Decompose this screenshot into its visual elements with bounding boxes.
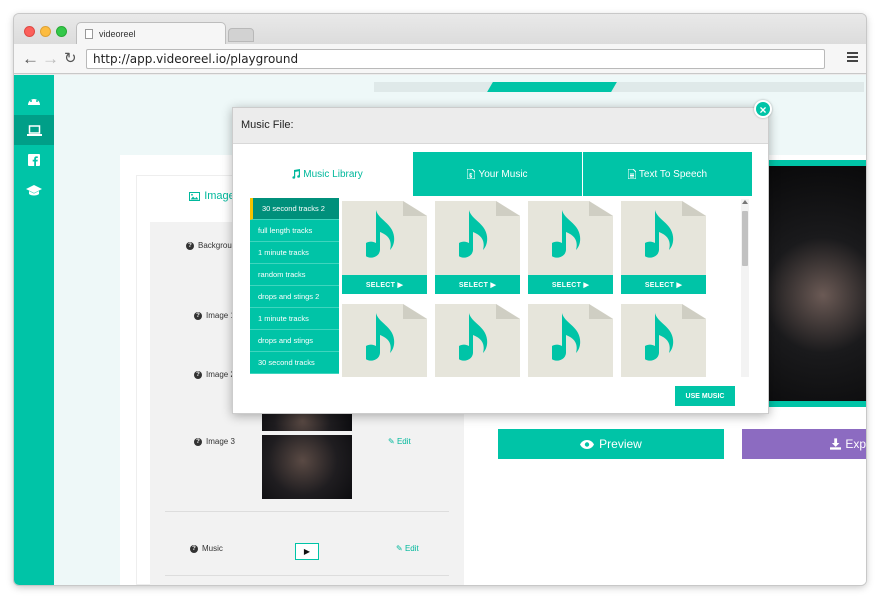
track-card: SELECT ▶ — [621, 201, 706, 294]
tab-your-music-label: Your Music — [478, 168, 528, 180]
laptop-icon[interactable] — [14, 115, 54, 145]
divider — [165, 575, 449, 576]
header-stripe — [374, 82, 864, 92]
track-scrollbar[interactable] — [741, 199, 749, 377]
select-track-button[interactable]: SELECT ▶ — [528, 275, 613, 294]
reload-icon[interactable]: ↻ — [64, 50, 77, 67]
image-3-row-label: ? Image 3 — [194, 437, 235, 446]
address-bar[interactable]: http://app.videoreel.io/playground — [86, 49, 825, 69]
tab-bar: videoreel — [14, 14, 866, 45]
download-icon — [830, 438, 842, 450]
preview-button[interactable]: Preview — [498, 429, 724, 459]
divider — [165, 511, 449, 512]
new-tab-button[interactable] — [228, 28, 254, 42]
audio-file-icon — [528, 201, 613, 275]
eye-icon — [580, 439, 595, 449]
file-audio-icon — [467, 169, 476, 179]
audio-file-icon — [342, 304, 427, 377]
music-icon — [292, 169, 301, 179]
modal-title: Music File: — [233, 108, 768, 144]
image-2-row-label: ? Image 2 — [194, 370, 235, 379]
select-track-button[interactable]: SELECT ▶ — [435, 275, 520, 294]
track-card — [621, 304, 706, 377]
audio-file-icon — [621, 201, 706, 275]
track-card: SELECT ▶ — [528, 201, 613, 294]
app-sidebar — [14, 75, 54, 585]
select-track-button[interactable]: SELECT ▶ — [621, 275, 706, 294]
browser-tab-title: videoreel — [99, 29, 136, 39]
preview-image — [758, 166, 866, 401]
browser-tab[interactable]: videoreel — [76, 22, 226, 45]
maximize-window-button[interactable] — [56, 26, 67, 37]
music-file-modal: Music File: Music Library Your Music Tex… — [232, 107, 769, 414]
track-grid: SELECT ▶ SELECT ▶ SELECT ▶ SELECT ▶ — [342, 199, 712, 377]
track-card — [435, 304, 520, 377]
use-music-button[interactable]: USE MUSIC — [675, 386, 735, 406]
music-play-button[interactable]: ▶ — [295, 543, 319, 560]
category-item[interactable]: drops and stings — [250, 330, 339, 352]
category-item[interactable]: full length tracks — [250, 220, 339, 242]
tab-music-library-label: Music Library — [303, 168, 363, 180]
category-item[interactable]: 1 minute tracks — [250, 242, 339, 264]
category-item[interactable]: 30 second tracks — [250, 352, 339, 374]
track-card: SELECT ▶ — [342, 201, 427, 294]
export-button-label: Exp — [845, 437, 866, 451]
close-window-button[interactable] — [24, 26, 35, 37]
tab-text-to-speech[interactable]: Text To Speech — [582, 152, 752, 196]
audio-file-icon — [621, 304, 706, 377]
page-icon — [85, 29, 93, 39]
tab-music-library[interactable]: Music Library — [242, 152, 412, 196]
help-icon: ? — [186, 241, 194, 250]
scrollbar-thumb[interactable] — [742, 211, 748, 266]
header-stripe-accent — [487, 82, 617, 92]
music-row-label: ? Music — [190, 544, 223, 553]
track-card: SELECT ▶ — [435, 201, 520, 294]
category-list: 30 second tracks 2 full length tracks 1 … — [250, 198, 339, 376]
track-card — [528, 304, 613, 377]
help-icon: ? — [190, 544, 198, 553]
background-row-label: ? Backgrou — [186, 241, 232, 250]
facebook-icon[interactable] — [14, 145, 54, 175]
image-icon — [189, 191, 201, 201]
minimize-window-button[interactable] — [40, 26, 51, 37]
hamburger-menu-icon[interactable] — [847, 52, 858, 64]
tab-your-music[interactable]: Your Music — [412, 152, 582, 196]
music-edit-link[interactable]: ✎ Edit — [396, 544, 419, 553]
track-card — [342, 304, 427, 377]
tab-text-to-speech-label: Text To Speech — [638, 168, 708, 180]
preview-button-label: Preview — [599, 437, 642, 451]
close-icon[interactable]: × — [754, 100, 772, 118]
image-1-row-label: ? Image 1 — [194, 311, 235, 320]
modal-tabs: Music Library Your Music Text To Speech — [242, 152, 752, 196]
browser-window: videoreel ← → ↻ http://app.videoreel.io/… — [14, 14, 866, 585]
graduation-cap-icon[interactable] — [14, 175, 54, 205]
export-button[interactable]: Exp — [742, 429, 866, 459]
file-text-icon — [627, 169, 636, 179]
help-icon: ? — [194, 311, 202, 320]
dashboard-icon[interactable] — [14, 85, 54, 115]
image-3-thumbnail[interactable] — [262, 435, 352, 499]
scroll-up-icon[interactable] — [742, 200, 748, 204]
category-item[interactable]: drops and stings 2 — [250, 286, 339, 308]
browser-toolbar: ← → ↻ http://app.videoreel.io/playground — [14, 44, 866, 74]
audio-file-icon — [435, 304, 520, 377]
tab-image-label: Image — [204, 190, 235, 202]
forward-arrow-icon[interactable]: → — [42, 50, 59, 67]
category-item[interactable]: random tracks — [250, 264, 339, 286]
select-track-button[interactable]: SELECT ▶ — [342, 275, 427, 294]
back-arrow-icon[interactable]: ← — [22, 50, 39, 67]
image-2-thumbnail[interactable] — [262, 414, 352, 431]
audio-file-icon — [528, 304, 613, 377]
audio-file-icon — [342, 201, 427, 275]
music-library-panel: 30 second tracks 2 full length tracks 1 … — [242, 196, 752, 406]
category-item[interactable]: 30 second tracks 2 — [250, 198, 339, 220]
category-item[interactable]: 1 minute tracks — [250, 308, 339, 330]
audio-file-icon — [435, 201, 520, 275]
page-viewport: Image ? Backgrou ? Image 1 ? Image 2 ? Image… — [14, 75, 866, 585]
help-icon: ? — [194, 370, 202, 379]
image-3-edit-link[interactable]: ✎ Edit — [388, 437, 411, 446]
help-icon: ? — [194, 437, 202, 446]
